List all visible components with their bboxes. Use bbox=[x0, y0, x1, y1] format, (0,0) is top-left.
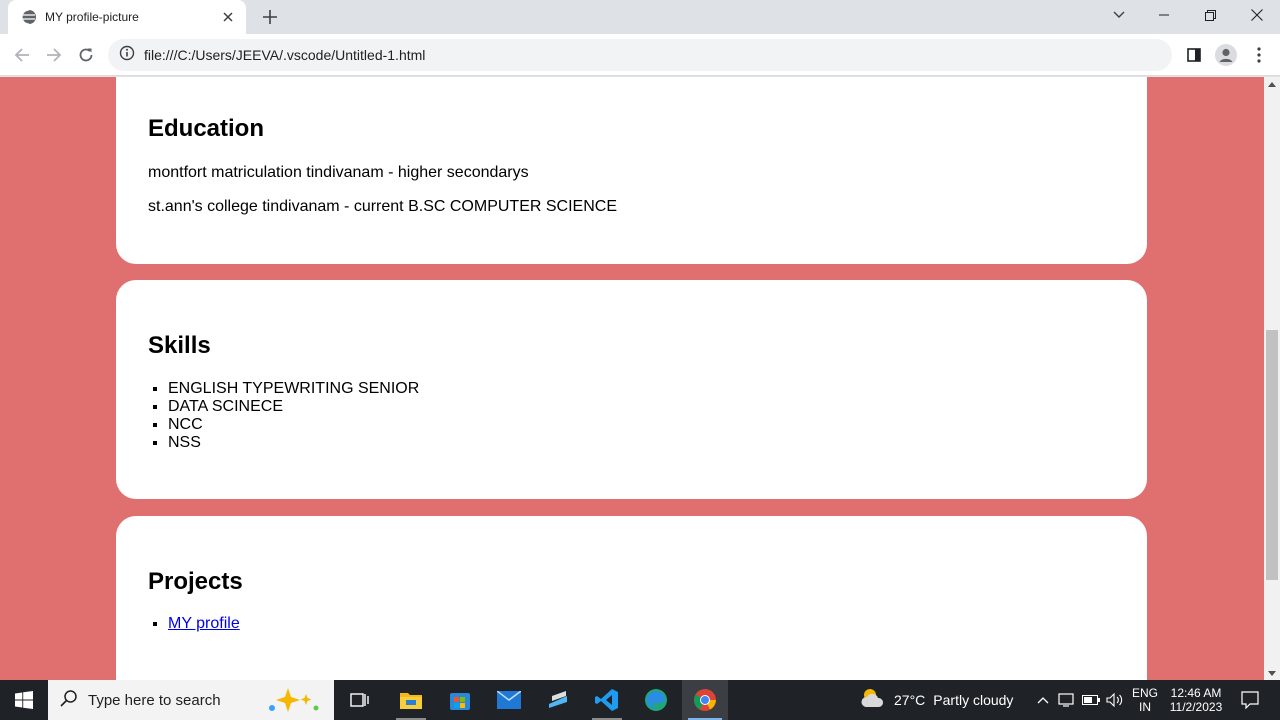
search-placeholder: Type here to search bbox=[88, 691, 221, 709]
address-bar[interactable]: file:///C:/Users/JEEVA/.vscode/Untitled-… bbox=[108, 39, 1172, 71]
info-icon[interactable] bbox=[119, 45, 135, 66]
scroll-down-arrow-icon[interactable] bbox=[1264, 666, 1280, 680]
projects-heading: Projects bbox=[148, 568, 243, 595]
partly-cloudy-icon bbox=[860, 687, 886, 714]
weather-desc: Partly cloudy bbox=[933, 692, 1014, 708]
vscode-icon[interactable] bbox=[586, 680, 628, 720]
education-card: Education montfort matriculation tindiva… bbox=[116, 77, 1147, 264]
globe-icon bbox=[21, 9, 37, 25]
forward-arrow-icon[interactable] bbox=[41, 42, 67, 68]
close-tab-icon[interactable] bbox=[220, 9, 236, 25]
reload-icon[interactable] bbox=[73, 42, 99, 68]
tab-search-icon[interactable] bbox=[1096, 0, 1142, 30]
list-item: MY profile bbox=[168, 615, 240, 633]
file-explorer-icon[interactable] bbox=[390, 680, 432, 720]
clock-time: 12:46 AM bbox=[1170, 686, 1222, 700]
skills-card: Skills ENGLISH TYPEWRITING SENIOR DATA S… bbox=[116, 280, 1147, 499]
mail-icon[interactable] bbox=[488, 680, 530, 720]
page-scrollbar[interactable] bbox=[1264, 77, 1280, 680]
project-link[interactable]: MY profile bbox=[168, 615, 240, 632]
projects-card: Projects MY profile bbox=[116, 516, 1147, 680]
browser-tab[interactable]: MY profile-picture bbox=[8, 0, 246, 34]
side-panel-icon[interactable] bbox=[1181, 42, 1207, 68]
close-window-button[interactable] bbox=[1234, 0, 1280, 30]
store-icon[interactable] bbox=[440, 680, 480, 720]
education-heading: Education bbox=[148, 115, 265, 142]
skills-heading: Skills bbox=[148, 332, 211, 359]
language-indicator[interactable]: ENG IN bbox=[1128, 680, 1162, 720]
language-text: ENG bbox=[1131, 686, 1158, 700]
list-item: NCC bbox=[168, 416, 419, 434]
tab-title: MY profile-picture bbox=[45, 10, 139, 24]
page-viewport: Education montfort matriculation tindiva… bbox=[0, 77, 1264, 680]
minimize-button[interactable] bbox=[1141, 0, 1187, 30]
taskbar-search[interactable]: Type here to search bbox=[48, 680, 334, 720]
clock[interactable]: 12:46 AM 11/2/2023 bbox=[1164, 680, 1228, 720]
weather-widget[interactable]: 27°C Partly cloudy bbox=[860, 680, 1030, 720]
projects-list: MY profile bbox=[148, 615, 240, 633]
education-item: st.ann's college tindivanam - current B.… bbox=[148, 198, 617, 215]
chrome-icon[interactable] bbox=[682, 680, 728, 720]
chevron-up-icon[interactable] bbox=[1034, 680, 1052, 720]
search-icon bbox=[60, 689, 78, 712]
menu-kebab-icon[interactable] bbox=[1246, 42, 1272, 68]
app-icon[interactable] bbox=[538, 680, 580, 720]
edge-icon[interactable] bbox=[634, 680, 678, 720]
region-text: IN bbox=[1139, 700, 1151, 714]
network-icon[interactable] bbox=[1056, 680, 1076, 720]
list-item: DATA SCINECE bbox=[168, 398, 419, 416]
tab-strip: MY profile-picture bbox=[0, 0, 1280, 34]
profile-avatar-icon[interactable] bbox=[1213, 42, 1239, 68]
task-view-icon[interactable] bbox=[340, 680, 380, 720]
weather-temp: 27°C bbox=[894, 692, 926, 708]
list-item: ENGLISH TYPEWRITING SENIOR bbox=[168, 380, 419, 398]
skills-list: ENGLISH TYPEWRITING SENIOR DATA SCINECE … bbox=[148, 380, 419, 452]
back-arrow-icon[interactable] bbox=[9, 42, 35, 68]
notification-icon[interactable] bbox=[1232, 680, 1268, 720]
sparkle-icon bbox=[264, 686, 326, 719]
education-item: montfort matriculation tindivanam - high… bbox=[148, 164, 529, 181]
new-tab-button[interactable] bbox=[258, 6, 282, 28]
windows-taskbar: Type here to search 27°C Partly cloudy E… bbox=[0, 680, 1280, 720]
restore-button[interactable] bbox=[1187, 0, 1233, 30]
clock-date: 11/2/2023 bbox=[1169, 700, 1223, 714]
start-button[interactable] bbox=[0, 680, 48, 720]
scroll-thumb[interactable] bbox=[1266, 330, 1278, 580]
browser-toolbar: file:///C:/Users/JEEVA/.vscode/Untitled-… bbox=[0, 34, 1280, 76]
list-item: NSS bbox=[168, 434, 419, 452]
volume-icon[interactable] bbox=[1104, 680, 1126, 720]
url-text: file:///C:/Users/JEEVA/.vscode/Untitled-… bbox=[144, 47, 426, 63]
battery-icon[interactable] bbox=[1080, 680, 1102, 720]
scroll-up-arrow-icon[interactable] bbox=[1264, 77, 1280, 91]
